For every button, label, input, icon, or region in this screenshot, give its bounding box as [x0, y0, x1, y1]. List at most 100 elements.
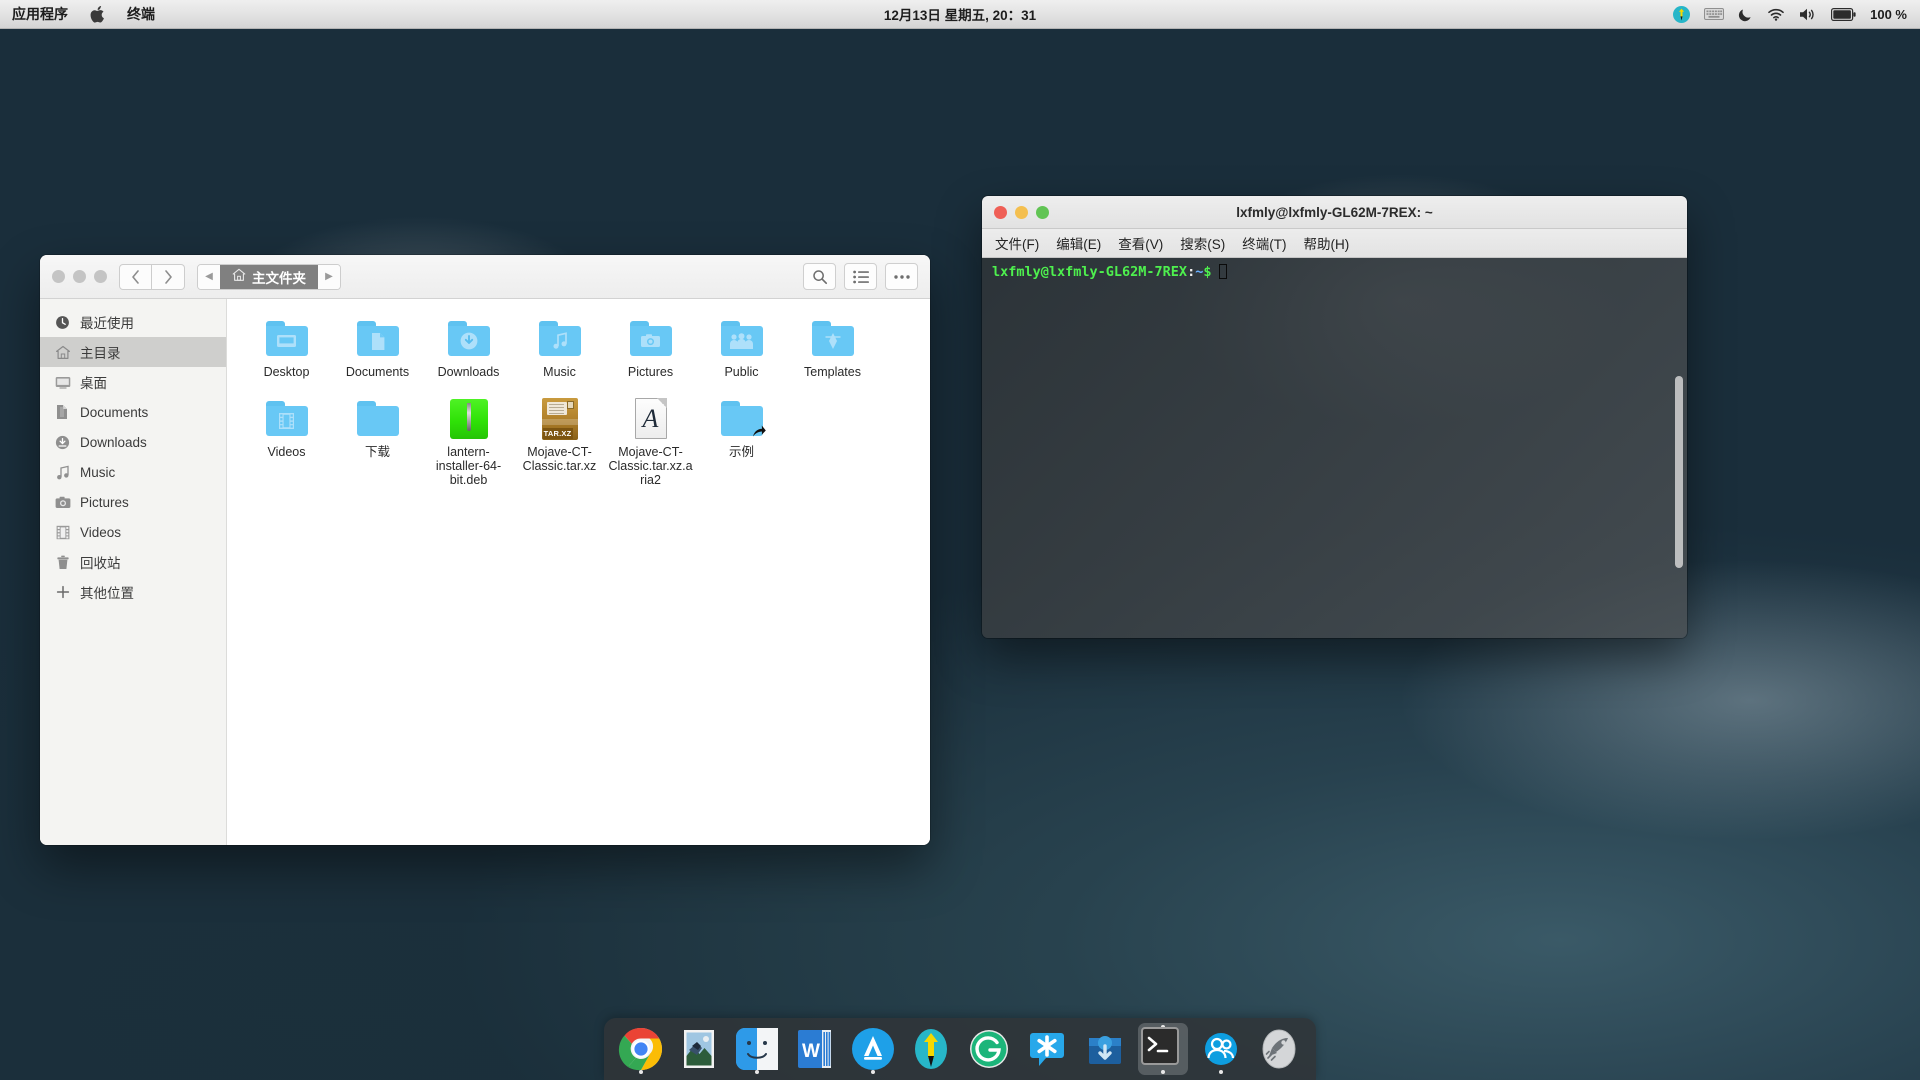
sidebar-item-documents[interactable]: Documents [40, 397, 226, 427]
terminal-menubar[interactable]: 文件(F) 编辑(E) 查看(V) 搜索(S) 终端(T) 帮助(H) [982, 229, 1687, 258]
minimize-button[interactable] [73, 270, 86, 283]
breadcrumb-next-icon[interactable]: ▶ [318, 265, 340, 289]
file-item-downloads-cn[interactable]: 下载 [332, 397, 423, 487]
folder-icon [536, 317, 584, 361]
navigation-buttons[interactable] [119, 264, 185, 290]
back-button[interactable] [119, 264, 152, 290]
close-button[interactable] [994, 206, 1007, 219]
sidebar-item-other-locations[interactable]: 其他位置 [40, 577, 226, 607]
file-manager-content[interactable]: Desktop Documents [227, 299, 930, 845]
launchpad-rocket-icon [1256, 1026, 1302, 1072]
file-item-desktop[interactable]: Desktop [241, 317, 332, 391]
home-icon [54, 344, 71, 361]
breadcrumb-prev-icon[interactable]: ◀ [198, 265, 220, 289]
menu-bar: 应用程序 终端 12月13日 星期五, 20：31 100 % [0, 0, 1920, 29]
sidebar-label: Pictures [80, 495, 129, 510]
maximize-button[interactable] [94, 270, 107, 283]
running-indicator [1161, 1070, 1165, 1074]
dock-item-synergy[interactable] [906, 1023, 956, 1075]
file-item-shili-link[interactable]: 示例 [696, 397, 787, 487]
symlink-arrow-icon [750, 423, 766, 439]
sidebar-label: Documents [80, 405, 148, 420]
forward-button[interactable] [152, 264, 185, 290]
keyboard-icon[interactable] [1704, 7, 1724, 21]
sidebar-item-home[interactable]: 主目录 [40, 337, 226, 367]
synergy-icon[interactable] [1673, 6, 1690, 23]
menu-search[interactable]: 搜索(S) [1180, 233, 1225, 253]
file-item-mojave-aria2[interactable]: A Mojave-CT-Classic.tar.xz.aria2 [605, 397, 696, 487]
terminal-screen[interactable]: lxfmly@lxfmly-GL62M-7REX:~$ [982, 258, 1687, 638]
dock-item-launchpad[interactable] [1254, 1023, 1304, 1075]
file-item-lantern-deb[interactable]: lantern-installer-64-bit.deb [423, 397, 514, 487]
terminal-window[interactable]: lxfmly@lxfmly-GL62M-7REX: ~ 文件(F) 编辑(E) … [982, 196, 1687, 638]
dock-item-chrome[interactable] [616, 1023, 666, 1075]
file-label: 示例 [699, 445, 785, 459]
sidebar-item-pictures[interactable]: Pictures [40, 487, 226, 517]
dock-item-finder[interactable] [732, 1023, 782, 1075]
clock-icon [54, 314, 71, 331]
window-controls[interactable] [994, 206, 1049, 219]
file-item-pictures[interactable]: Pictures [605, 317, 696, 391]
desktop-icon [54, 374, 71, 391]
sidebar-item-desktop[interactable]: 桌面 [40, 367, 226, 397]
file-item-music[interactable]: Music [514, 317, 605, 391]
file-item-templates[interactable]: Templates [787, 317, 878, 391]
dock-item-word[interactable]: W [790, 1023, 840, 1075]
dock[interactable]: W [604, 1018, 1316, 1080]
search-icon[interactable] [803, 263, 836, 290]
file-manager-window[interactable]: ◀ 主文件夹 ▶ 最近使用 [40, 255, 930, 845]
gitter-icon [966, 1026, 1012, 1072]
running-indicator [871, 1070, 875, 1074]
wifi-icon[interactable] [1767, 7, 1785, 21]
menu-terminal[interactable]: 终端(T) [1242, 233, 1286, 253]
sidebar-item-music[interactable]: Music [40, 457, 226, 487]
sidebar-item-downloads[interactable]: Downloads [40, 427, 226, 457]
volume-icon[interactable] [1799, 7, 1817, 22]
sidebar-label: 桌面 [80, 372, 107, 392]
dock-item-users[interactable] [1196, 1023, 1246, 1075]
menubar-clock[interactable]: 12月13日 星期五, 20：31 [0, 4, 1920, 24]
menubar-applications[interactable]: 应用程序 [12, 4, 68, 24]
menubar-active-app[interactable]: 终端 [127, 4, 155, 24]
apple-logo-icon[interactable] [90, 6, 105, 23]
svg-text:W: W [802, 1041, 820, 1062]
menu-edit[interactable]: 编辑(E) [1056, 233, 1101, 253]
battery-icon[interactable] [1831, 8, 1856, 21]
word-icon: W [792, 1026, 838, 1072]
breadcrumb-current[interactable]: 主文件夹 [220, 265, 318, 289]
sidebar-label: 最近使用 [80, 312, 134, 332]
terminal-scrollbar[interactable] [1675, 376, 1683, 568]
file-item-documents[interactable]: Documents [332, 317, 423, 391]
menu-file[interactable]: 文件(F) [995, 233, 1039, 253]
menu-help[interactable]: 帮助(H) [1304, 233, 1350, 253]
file-item-mojave-tarxz[interactable]: TAR.XZ Mojave-CT-Classic.tar.xz [514, 397, 605, 487]
file-label: Documents [335, 365, 421, 379]
sidebar-item-trash[interactable]: 回收站 [40, 547, 226, 577]
sidebar-item-recent[interactable]: 最近使用 [40, 307, 226, 337]
dock-item-messenger[interactable] [1022, 1023, 1072, 1075]
moon-icon[interactable] [1738, 7, 1753, 22]
dock-item-installer[interactable] [1080, 1023, 1130, 1075]
sidebar-item-videos[interactable]: Videos [40, 517, 226, 547]
file-icon-grid: Desktop Documents [241, 317, 920, 493]
minimize-button[interactable] [1015, 206, 1028, 219]
maximize-button[interactable] [1036, 206, 1049, 219]
file-item-videos[interactable]: Videos [241, 397, 332, 487]
file-item-downloads[interactable]: Downloads [423, 317, 514, 391]
file-item-public[interactable]: Public [696, 317, 787, 391]
breadcrumb-label: 主文件夹 [252, 267, 306, 287]
window-controls[interactable] [52, 270, 107, 283]
finder-icon [734, 1026, 780, 1072]
dock-item-gitter[interactable] [964, 1023, 1014, 1075]
file-manager-sidebar[interactable]: 最近使用 主目录 桌面 Documents Downloads Music [40, 299, 227, 845]
breadcrumb[interactable]: ◀ 主文件夹 ▶ [197, 264, 341, 290]
list-view-icon[interactable] [844, 263, 877, 290]
dock-item-appstore[interactable] [848, 1023, 898, 1075]
prompt-user-host: lxfmly@lxfmly-GL62M-7REX [992, 264, 1187, 280]
dock-item-terminal[interactable] [1138, 1023, 1188, 1075]
ellipsis-icon[interactable] [885, 263, 918, 290]
close-button[interactable] [52, 270, 65, 283]
menu-view[interactable]: 查看(V) [1118, 233, 1163, 253]
download-icon [54, 434, 71, 451]
dock-item-mail[interactable] [674, 1023, 724, 1075]
